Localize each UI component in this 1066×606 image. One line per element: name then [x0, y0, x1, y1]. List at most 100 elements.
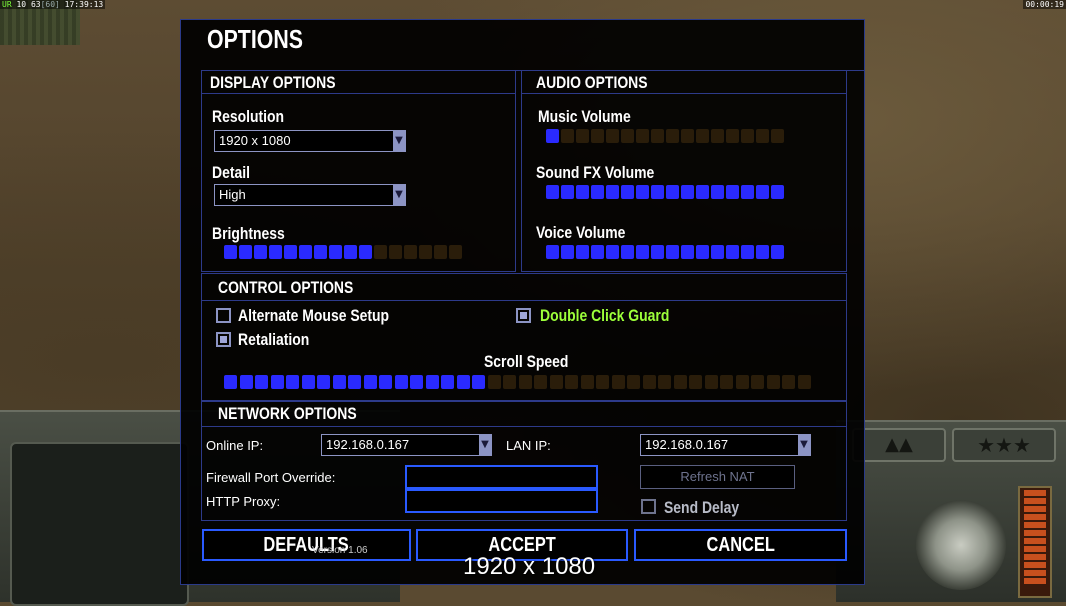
chevron-down-icon[interactable]: ▼	[393, 185, 405, 205]
slider-segment[interactable]	[756, 185, 769, 199]
sfx-volume-slider[interactable]	[546, 185, 784, 199]
slider-segment[interactable]	[642, 375, 656, 389]
slider-segment[interactable]	[771, 185, 784, 199]
slider-segment[interactable]	[348, 375, 361, 389]
slider-segment[interactable]	[472, 375, 485, 389]
slider-segment[interactable]	[394, 375, 408, 389]
slider-segment[interactable]	[449, 245, 462, 259]
slider-segment[interactable]	[434, 245, 447, 259]
slider-segment[interactable]	[756, 129, 769, 143]
slider-segment[interactable]	[301, 375, 315, 389]
slider-segment[interactable]	[636, 245, 649, 259]
slider-segment[interactable]	[636, 129, 649, 143]
slider-segment[interactable]	[518, 375, 532, 389]
http-proxy-input[interactable]	[405, 489, 598, 513]
slider-segment[interactable]	[771, 245, 784, 259]
slider-segment[interactable]	[269, 245, 282, 259]
slider-segment[interactable]	[720, 375, 733, 389]
slider-segment[interactable]	[726, 129, 739, 143]
slider-segment[interactable]	[425, 375, 439, 389]
slider-segment[interactable]	[681, 245, 694, 259]
slider-segment[interactable]	[704, 375, 718, 389]
slider-segment[interactable]	[636, 185, 649, 199]
slider-segment[interactable]	[621, 245, 634, 259]
slider-segment[interactable]	[314, 245, 327, 259]
slider-segment[interactable]	[711, 185, 724, 199]
slider-segment[interactable]	[374, 245, 387, 259]
defaults-button[interactable]: DEFAULTS	[202, 529, 411, 561]
rank-stars-icon[interactable]: ★★★	[952, 428, 1056, 462]
slider-segment[interactable]	[224, 375, 237, 389]
slider-segment[interactable]	[359, 245, 372, 259]
slider-segment[interactable]	[751, 375, 764, 389]
slider-segment[interactable]	[487, 375, 501, 389]
slider-segment[interactable]	[286, 375, 299, 389]
slider-segment[interactable]	[658, 375, 671, 389]
slider-segment[interactable]	[756, 245, 769, 259]
slider-segment[interactable]	[576, 129, 589, 143]
slider-segment[interactable]	[696, 245, 709, 259]
voice-volume-slider[interactable]	[546, 245, 784, 259]
slider-segment[interactable]	[441, 375, 454, 389]
slider-segment[interactable]	[284, 245, 297, 259]
chevron-down-icon[interactable]: ▼	[479, 435, 491, 455]
slider-segment[interactable]	[591, 129, 604, 143]
slider-segment[interactable]	[546, 185, 559, 199]
slider-segment[interactable]	[726, 245, 739, 259]
slider-segment[interactable]	[270, 375, 284, 389]
slider-segment[interactable]	[696, 129, 709, 143]
slider-segment[interactable]	[651, 245, 664, 259]
slider-segment[interactable]	[771, 129, 784, 143]
slider-segment[interactable]	[224, 245, 237, 259]
resolution-dropdown[interactable]: 1920 x 1080 ▼	[214, 130, 406, 152]
slider-segment[interactable]	[317, 375, 330, 389]
slider-segment[interactable]	[797, 375, 811, 389]
slider-segment[interactable]	[673, 375, 687, 389]
slider-segment[interactable]	[591, 245, 604, 259]
double-click-guard-checkbox[interactable]	[516, 308, 531, 323]
slider-segment[interactable]	[726, 185, 739, 199]
slider-segment[interactable]	[456, 375, 470, 389]
slider-segment[interactable]	[332, 375, 346, 389]
scroll-speed-slider[interactable]	[224, 375, 811, 389]
slider-segment[interactable]	[379, 375, 392, 389]
slider-segment[interactable]	[546, 245, 559, 259]
slider-segment[interactable]	[711, 245, 724, 259]
slider-segment[interactable]	[565, 375, 578, 389]
slider-segment[interactable]	[344, 245, 357, 259]
slider-segment[interactable]	[651, 129, 664, 143]
slider-segment[interactable]	[561, 245, 574, 259]
slider-segment[interactable]	[651, 185, 664, 199]
slider-segment[interactable]	[666, 245, 679, 259]
slider-segment[interactable]	[696, 185, 709, 199]
slider-segment[interactable]	[546, 129, 559, 143]
general-dial[interactable]	[916, 500, 1006, 590]
slider-segment[interactable]	[410, 375, 423, 389]
slider-segment[interactable]	[239, 375, 253, 389]
brightness-slider[interactable]	[224, 245, 462, 259]
chevron-down-icon[interactable]: ▼	[393, 131, 405, 151]
slider-segment[interactable]	[666, 129, 679, 143]
slider-segment[interactable]	[254, 245, 267, 259]
slider-segment[interactable]	[404, 245, 417, 259]
send-delay-checkbox[interactable]	[641, 499, 656, 514]
slider-segment[interactable]	[561, 129, 574, 143]
slider-segment[interactable]	[782, 375, 795, 389]
lan-ip-dropdown[interactable]: 192.168.0.167 ▼	[640, 434, 811, 456]
slider-segment[interactable]	[596, 375, 609, 389]
slider-segment[interactable]	[666, 185, 679, 199]
slider-segment[interactable]	[503, 375, 516, 389]
online-ip-dropdown[interactable]: 192.168.0.167 ▼	[321, 434, 492, 456]
slider-segment[interactable]	[534, 375, 547, 389]
firewall-port-input[interactable]	[405, 465, 598, 489]
slider-segment[interactable]	[299, 245, 312, 259]
slider-segment[interactable]	[741, 245, 754, 259]
slider-segment[interactable]	[711, 129, 724, 143]
slider-segment[interactable]	[419, 245, 432, 259]
chevron-down-icon[interactable]: ▼	[798, 435, 810, 455]
music-volume-slider[interactable]	[546, 129, 784, 143]
slider-segment[interactable]	[576, 245, 589, 259]
slider-segment[interactable]	[606, 245, 619, 259]
slider-segment[interactable]	[363, 375, 377, 389]
slider-segment[interactable]	[549, 375, 563, 389]
